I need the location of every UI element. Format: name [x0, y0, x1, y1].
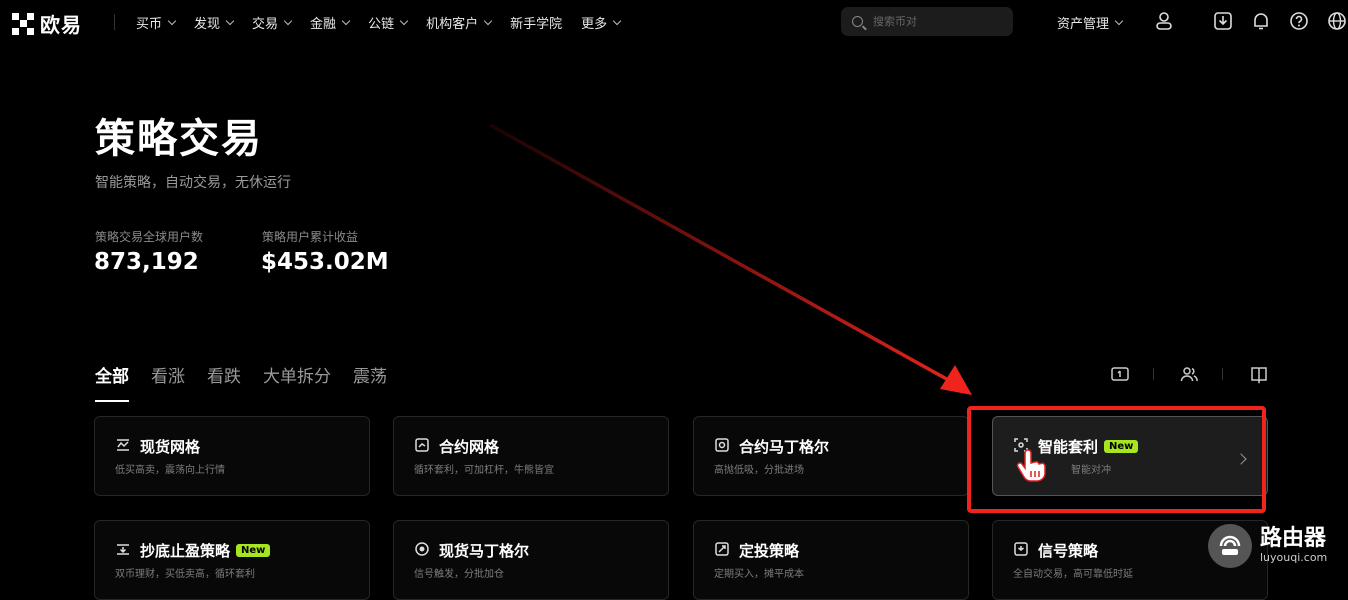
annotation-arrow-icon — [489, 123, 972, 395]
watermark-url: luyouqi.com — [1260, 551, 1328, 564]
watermark-title: 路由器 — [1260, 526, 1327, 551]
router-logo-icon — [1208, 524, 1252, 568]
watermark: 路由器 luyouqi.com — [1208, 524, 1327, 568]
